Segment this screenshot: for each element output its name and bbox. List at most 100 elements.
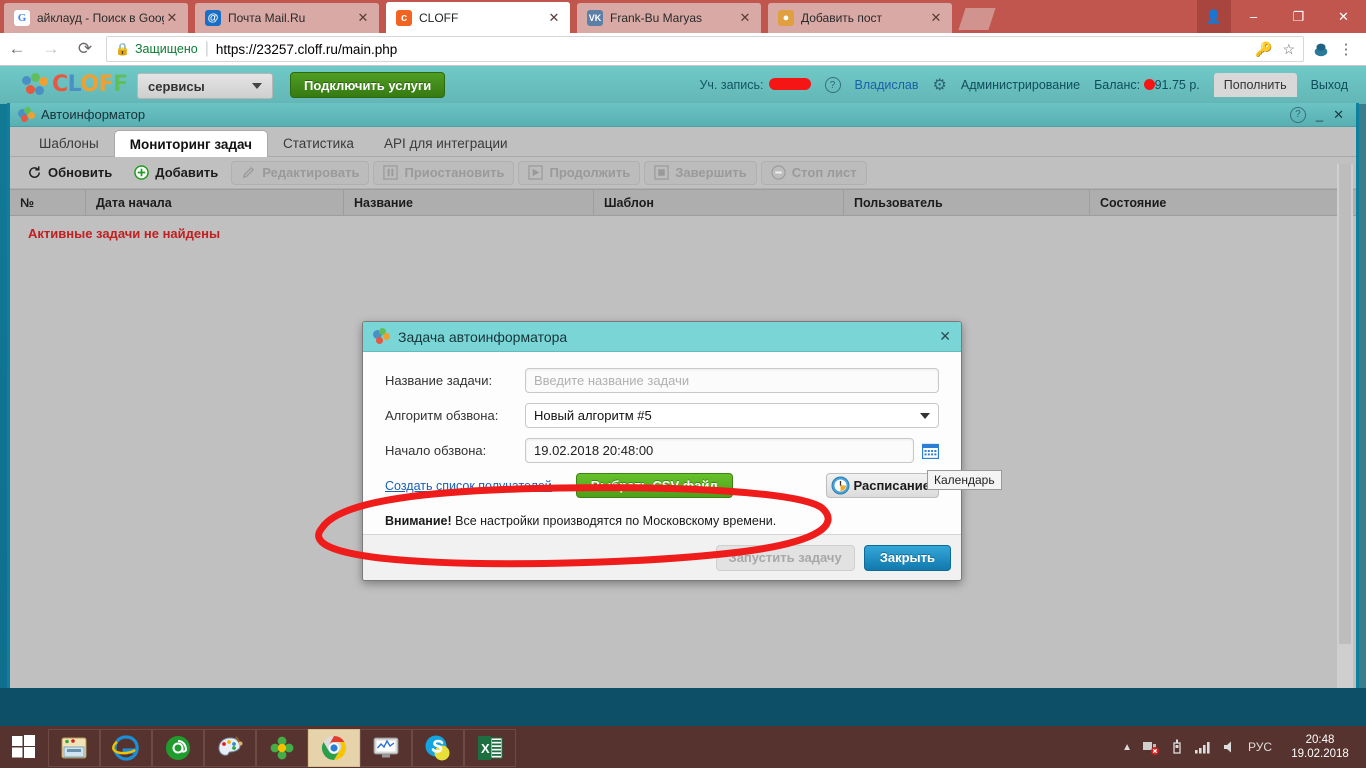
timezone-warning: Внимание! Все настройки производятся по … — [385, 514, 939, 528]
taskbar-chrome[interactable] — [308, 729, 360, 767]
taskbar-icq[interactable] — [256, 729, 308, 767]
taskbar-internet-explorer[interactable] — [100, 729, 152, 767]
logo-letter: O — [80, 72, 99, 97]
algorithm-row: Алгоритм обзвона: Новый алгоритм #5 — [385, 403, 939, 428]
signal-bars-icon[interactable] — [1194, 740, 1212, 754]
column-header-user[interactable]: Пользователь — [844, 189, 1090, 216]
clock[interactable]: 20:48 19.02.2018 — [1282, 733, 1358, 762]
tab-close-icon[interactable]: ✕ — [928, 10, 944, 26]
tab-templates[interactable]: Шаблоны — [24, 130, 114, 156]
add-button[interactable]: Добавить — [125, 161, 227, 185]
logout-link[interactable]: Выход — [1311, 78, 1348, 92]
back-button[interactable]: ← — [0, 33, 34, 66]
taskbar-skype[interactable] — [412, 729, 464, 767]
question-icon[interactable]: ? — [1289, 106, 1306, 123]
cloff-logo[interactable]: CLOFF — [22, 72, 128, 97]
connect-services-button[interactable]: Подключить услуги — [290, 72, 446, 98]
question-icon[interactable]: ? — [824, 77, 841, 93]
scrollbar-thumb[interactable] — [1339, 164, 1351, 644]
choose-csv-button[interactable]: Выбрать CSV файл — [575, 473, 733, 498]
security-status-label: Защищено — [134, 42, 198, 56]
task-name-row: Название задачи: Введите название задачи — [385, 368, 939, 393]
new-tab-button[interactable] — [958, 8, 996, 30]
calendar-icon[interactable] — [922, 442, 939, 459]
column-header-number[interactable]: № — [10, 189, 86, 216]
extension-icon[interactable] — [1312, 40, 1330, 58]
address-bar[interactable]: 🔒 Защищено | https://23257.cloff.ru/main… — [106, 36, 1304, 62]
internet-explorer-icon — [112, 735, 139, 761]
chevron-up-icon[interactable]: ▲ — [1122, 742, 1132, 753]
account-label-text: Уч. запись: — [699, 78, 764, 92]
tab-task-monitoring[interactable]: Мониторинг задач — [113, 130, 269, 157]
continue-label: Продолжить — [549, 165, 631, 180]
vertical-scrollbar[interactable] — [1337, 164, 1353, 688]
close-window-button[interactable]: ✕ — [1321, 0, 1366, 33]
gear-icon[interactable]: ⚙ — [933, 75, 947, 95]
system-tray: ▲ РУС 20:48 19.02.2018 — [1122, 733, 1366, 762]
create-recipients-link[interactable]: Создать список получателей — [385, 479, 552, 493]
volume-icon[interactable] — [1222, 740, 1238, 754]
icq-flower-icon — [270, 736, 294, 760]
browser-tab-0[interactable]: G айклауд - Поиск в Goog ✕ — [4, 3, 188, 33]
refresh-icon — [29, 166, 40, 178]
minimize-icon[interactable]: _ — [1316, 107, 1323, 122]
browser-tab-title: Добавить пост — [801, 11, 883, 25]
windows-start-icon[interactable] — [0, 726, 48, 768]
user-name-link[interactable]: Владислав — [855, 78, 919, 92]
taskbar-paint[interactable] — [204, 729, 256, 767]
column-header-state[interactable]: Состояние — [1090, 189, 1340, 216]
profile-icon[interactable]: 👤 — [1197, 0, 1231, 33]
language-indicator[interactable]: РУС — [1248, 740, 1272, 754]
key-icon[interactable]: 🔑 — [1255, 41, 1272, 58]
algorithm-select[interactable]: Новый алгоритм #5 — [525, 403, 939, 428]
kebab-menu-icon[interactable]: ⋮ — [1336, 40, 1356, 58]
usb-icon[interactable] — [1170, 739, 1184, 755]
warning-bold-label: Внимание! — [385, 514, 452, 528]
services-dropdown[interactable]: сервисы — [137, 73, 273, 99]
refresh-button[interactable]: Обновить — [18, 161, 121, 185]
maximize-button[interactable]: ❐ — [1276, 0, 1321, 33]
tab-close-icon[interactable]: ✕ — [546, 10, 562, 26]
dialog-body: Название задачи: Введите название задачи… — [363, 352, 961, 528]
tab-strip: G айклауд - Поиск в Goog ✕ @ Почта Mail.… — [0, 0, 1366, 33]
account-value-redacted — [768, 78, 811, 90]
star-icon[interactable]: ☆ — [1282, 41, 1295, 58]
finish-button: Завершить — [644, 160, 757, 185]
tab-statistics[interactable]: Статистика — [268, 130, 369, 156]
task-name-input[interactable]: Введите название задачи — [525, 368, 939, 393]
taskbar-file-explorer[interactable] — [48, 729, 100, 767]
browser-tab-2[interactable]: c CLOFF ✕ — [386, 2, 570, 33]
tab-api-integration[interactable]: API для интеграции — [369, 130, 523, 156]
logo-letter: F — [98, 72, 114, 97]
taskbar-mail-agent[interactable] — [152, 729, 204, 767]
tab-close-icon[interactable]: ✕ — [355, 10, 371, 26]
column-header-template[interactable]: Шаблон — [594, 189, 844, 216]
column-header-start-date[interactable]: Дата начала — [86, 189, 344, 216]
schedule-button[interactable]: Расписание — [825, 473, 939, 498]
close-dialog-button[interactable]: Закрыть — [863, 544, 951, 571]
administration-link[interactable]: Администрирование — [961, 78, 1080, 92]
windows-taskbar: X ▲ РУС 20:48 19.02.2018 — [0, 726, 1366, 768]
start-time-row: Начало обзвона: 19.02.2018 20:48:00 — [385, 438, 939, 463]
tab-close-icon[interactable]: ✕ — [164, 10, 180, 26]
minimize-button[interactable]: – — [1231, 0, 1276, 33]
dialog-footer: Запустить задачу Закрыть — [363, 534, 961, 580]
taskbar-excel[interactable]: X — [464, 729, 516, 767]
forward-button[interactable]: → — [34, 33, 68, 66]
dialog-titlebar: Задача автоинформатора ✕ — [363, 322, 961, 352]
cloff-app-icon — [18, 106, 35, 123]
taskbar-monitor-app[interactable] — [360, 729, 412, 767]
chevron-down-icon — [920, 412, 930, 419]
column-header-name[interactable]: Название — [344, 189, 594, 216]
lock-icon: 🔒 — [115, 42, 130, 56]
close-icon[interactable]: ✕ — [939, 328, 951, 345]
topup-button[interactable]: Пополнить — [1213, 73, 1297, 97]
browser-tab-4[interactable]: ● Добавить пост ✕ — [768, 3, 952, 33]
browser-tab-1[interactable]: @ Почта Mail.Ru ✕ — [195, 3, 379, 33]
tab-close-icon[interactable]: ✕ — [737, 10, 753, 26]
close-icon[interactable]: ✕ — [1333, 107, 1344, 123]
start-time-input[interactable]: 19.02.2018 20:48:00 — [525, 438, 914, 463]
reload-button[interactable]: ⟳ — [68, 33, 102, 66]
network-error-icon[interactable] — [1142, 739, 1160, 755]
browser-tab-3[interactable]: VK Frank-Bu Maryas ✕ — [577, 3, 761, 33]
